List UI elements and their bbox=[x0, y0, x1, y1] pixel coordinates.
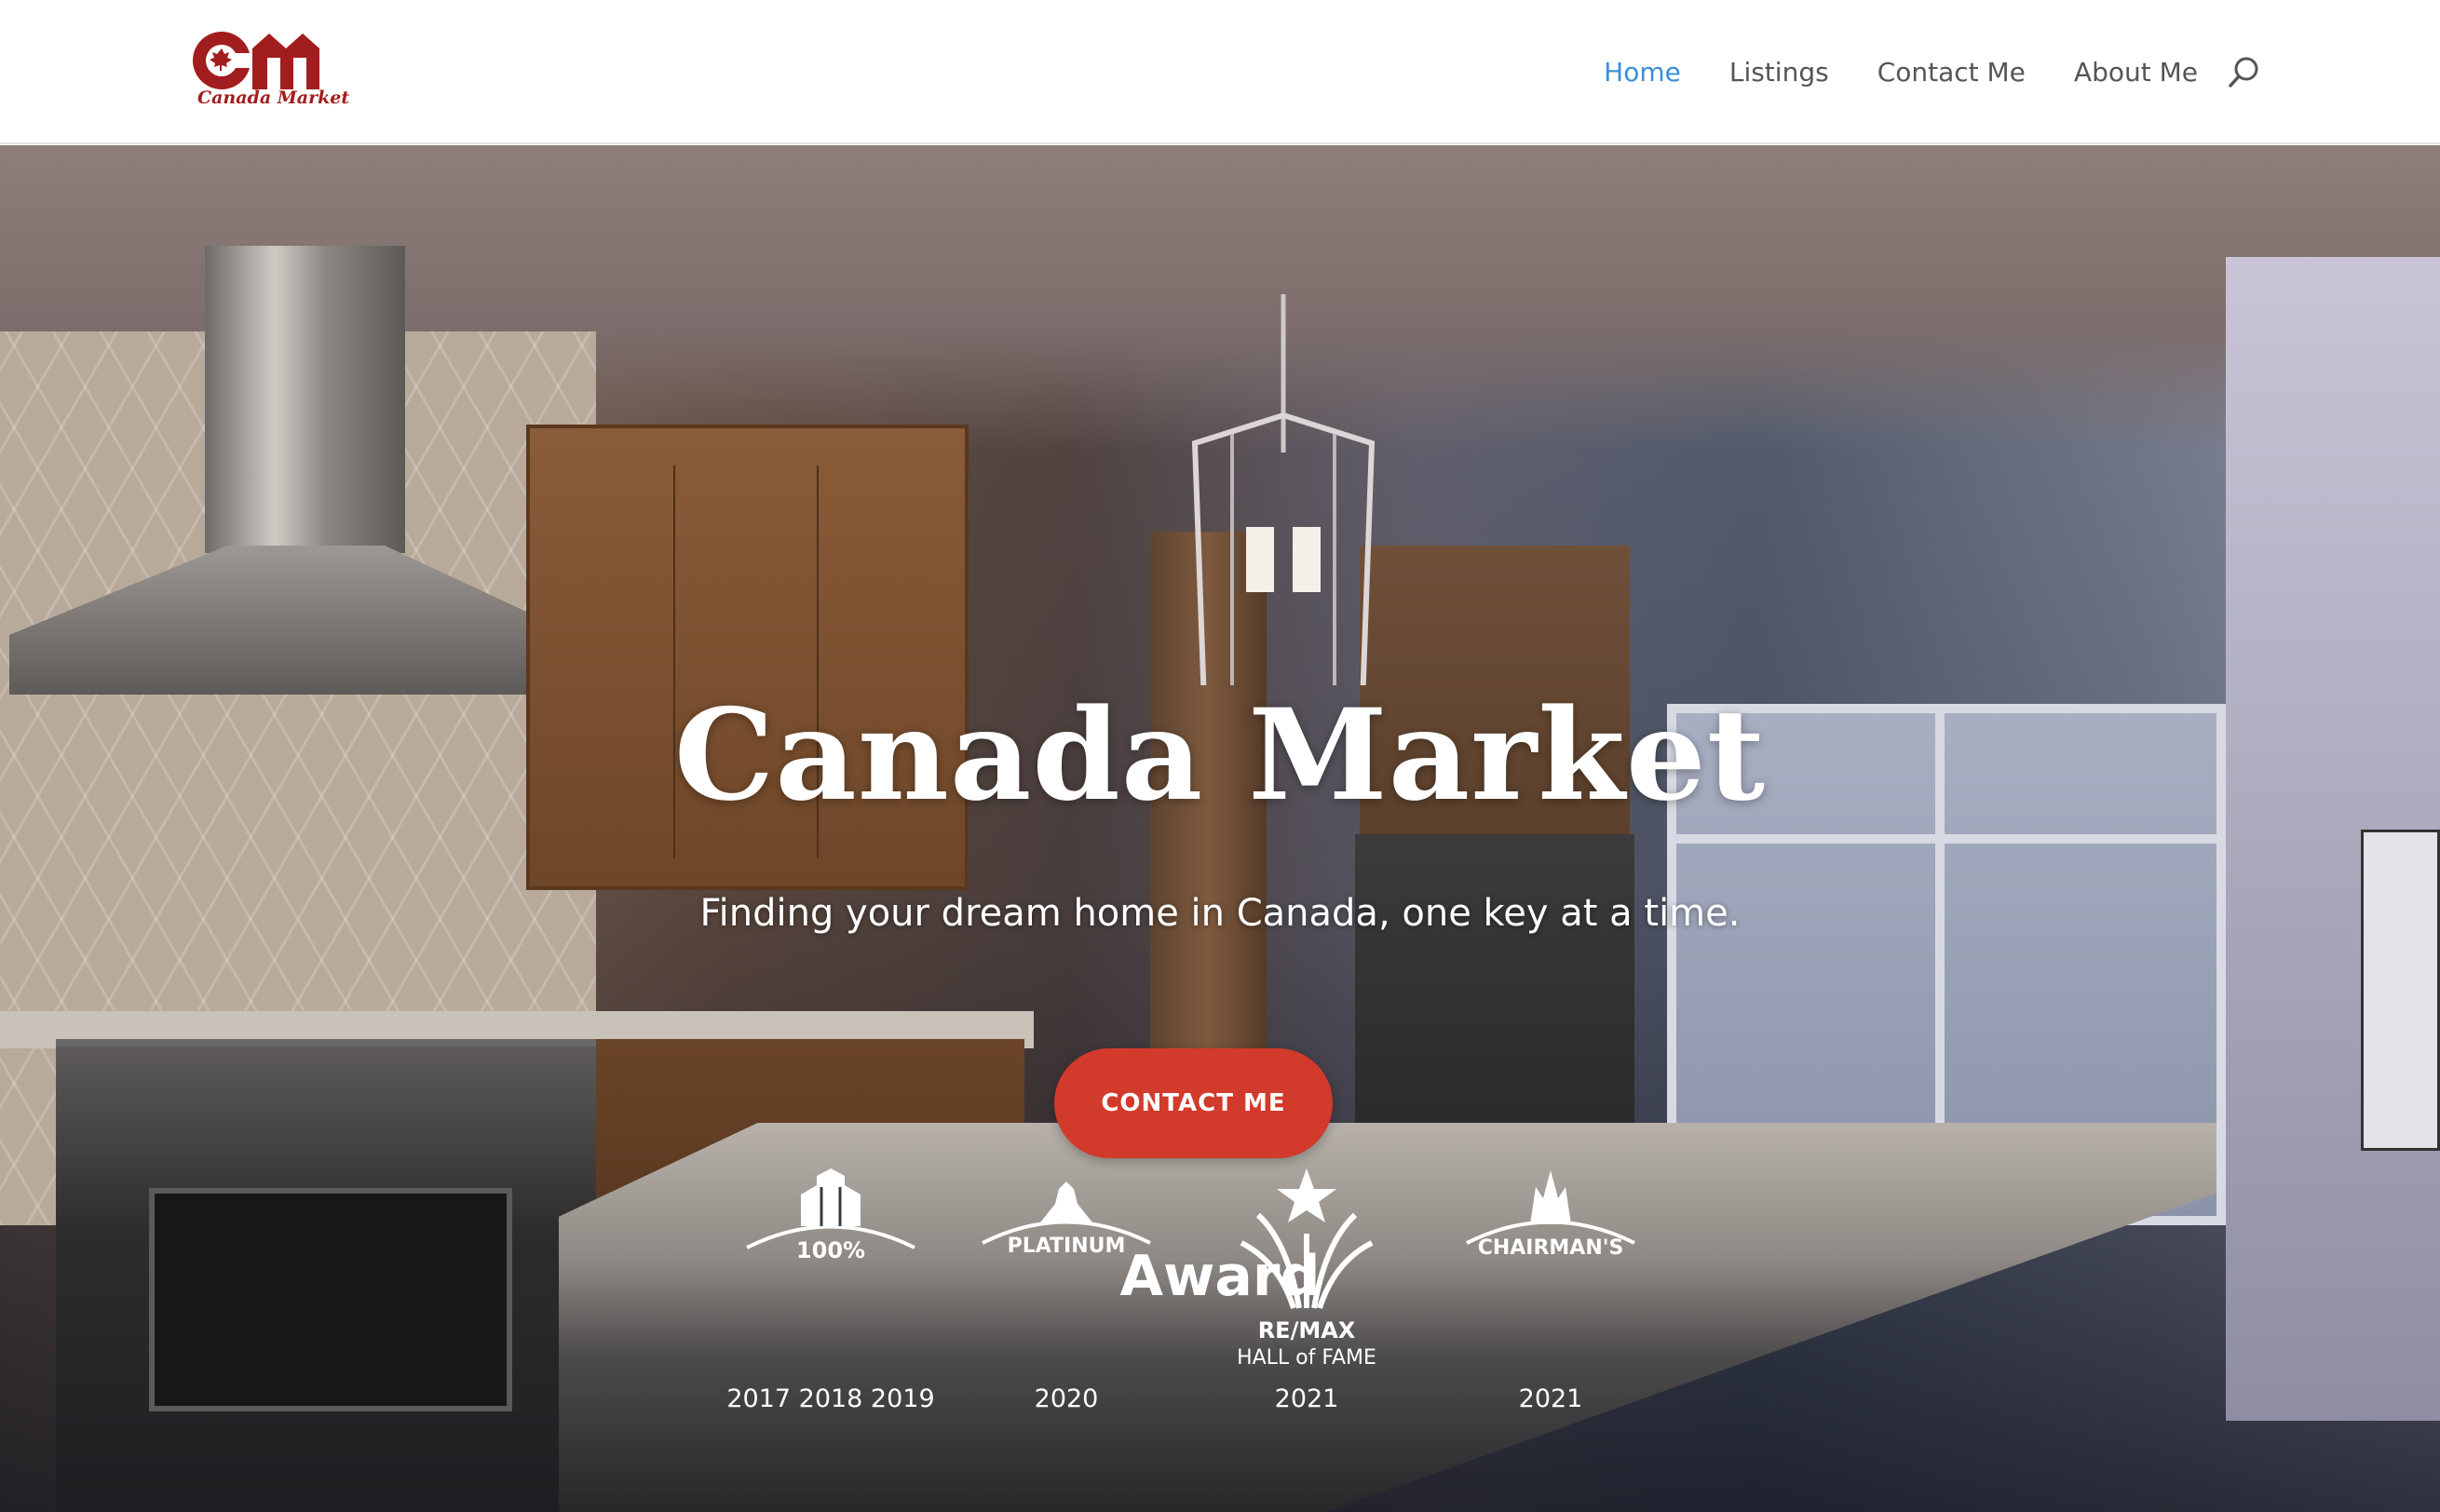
hero-background-fireplace bbox=[1355, 834, 1634, 1151]
logo-text: Canada Market bbox=[197, 88, 350, 108]
canada-market-logo-icon bbox=[193, 32, 319, 89]
site-logo[interactable]: Canada Market bbox=[191, 28, 349, 114]
remax-hall-of-fame-icon: RE/MAX HALL of FAME bbox=[1237, 1168, 1376, 1370]
award-badge-chairmans: CHAIRMAN'S bbox=[1478, 1236, 1624, 1260]
search-button[interactable] bbox=[2226, 54, 2263, 91]
award-hall-of-fame: RE/MAX HALL of FAME bbox=[1186, 1168, 1428, 1373]
nav-contact-me[interactable]: Contact Me bbox=[1877, 57, 2026, 88]
award-badge-100: 100% bbox=[796, 1237, 865, 1263]
main-nav: Home Listings Contact Me About Me bbox=[1604, 0, 2198, 144]
chandelier-icon bbox=[1191, 294, 1376, 685]
award-chairmans: CHAIRMAN'S bbox=[1430, 1168, 1672, 1271]
nav-about-me[interactable]: About Me bbox=[2074, 57, 2198, 88]
search-icon bbox=[2229, 57, 2258, 88]
hero-background-artwork bbox=[2361, 830, 2440, 1151]
award-badge-hall-of-fame: HALL of FAME bbox=[1237, 1346, 1376, 1370]
hero-title: Canada Market bbox=[673, 681, 1767, 829]
award-badge-remax: RE/MAX bbox=[1258, 1317, 1356, 1343]
award-badge-platinum: PLATINUM bbox=[1008, 1235, 1126, 1258]
nav-home[interactable]: Home bbox=[1604, 57, 1681, 88]
hero-background-range-hood-chimney bbox=[205, 246, 405, 553]
site-header: Canada Market Home Listings Contact Me A… bbox=[0, 0, 2440, 144]
award-year-platinum: 2020 bbox=[1034, 1384, 1099, 1413]
remax-100-percent-club-icon: 100% bbox=[746, 1168, 915, 1263]
award-year-chairmans: 2021 bbox=[1518, 1384, 1583, 1413]
award-platinum: PLATINUM bbox=[945, 1168, 1187, 1271]
remax-chairmans-club-icon: CHAIRMAN'S bbox=[1466, 1170, 1635, 1260]
award-year-hall-of-fame: 2021 bbox=[1274, 1384, 1339, 1413]
nav-listings[interactable]: Listings bbox=[1729, 57, 1829, 88]
hero-subtitle: Finding your dream home in Canada, one k… bbox=[699, 892, 1741, 935]
remax-platinum-club-icon: PLATINUM bbox=[982, 1181, 1151, 1258]
contact-me-button[interactable]: CONTACT ME bbox=[1054, 1048, 1333, 1158]
award-100-percent: 100% bbox=[710, 1168, 952, 1271]
award-year-100-percent: 2017 2018 2019 bbox=[726, 1384, 935, 1413]
